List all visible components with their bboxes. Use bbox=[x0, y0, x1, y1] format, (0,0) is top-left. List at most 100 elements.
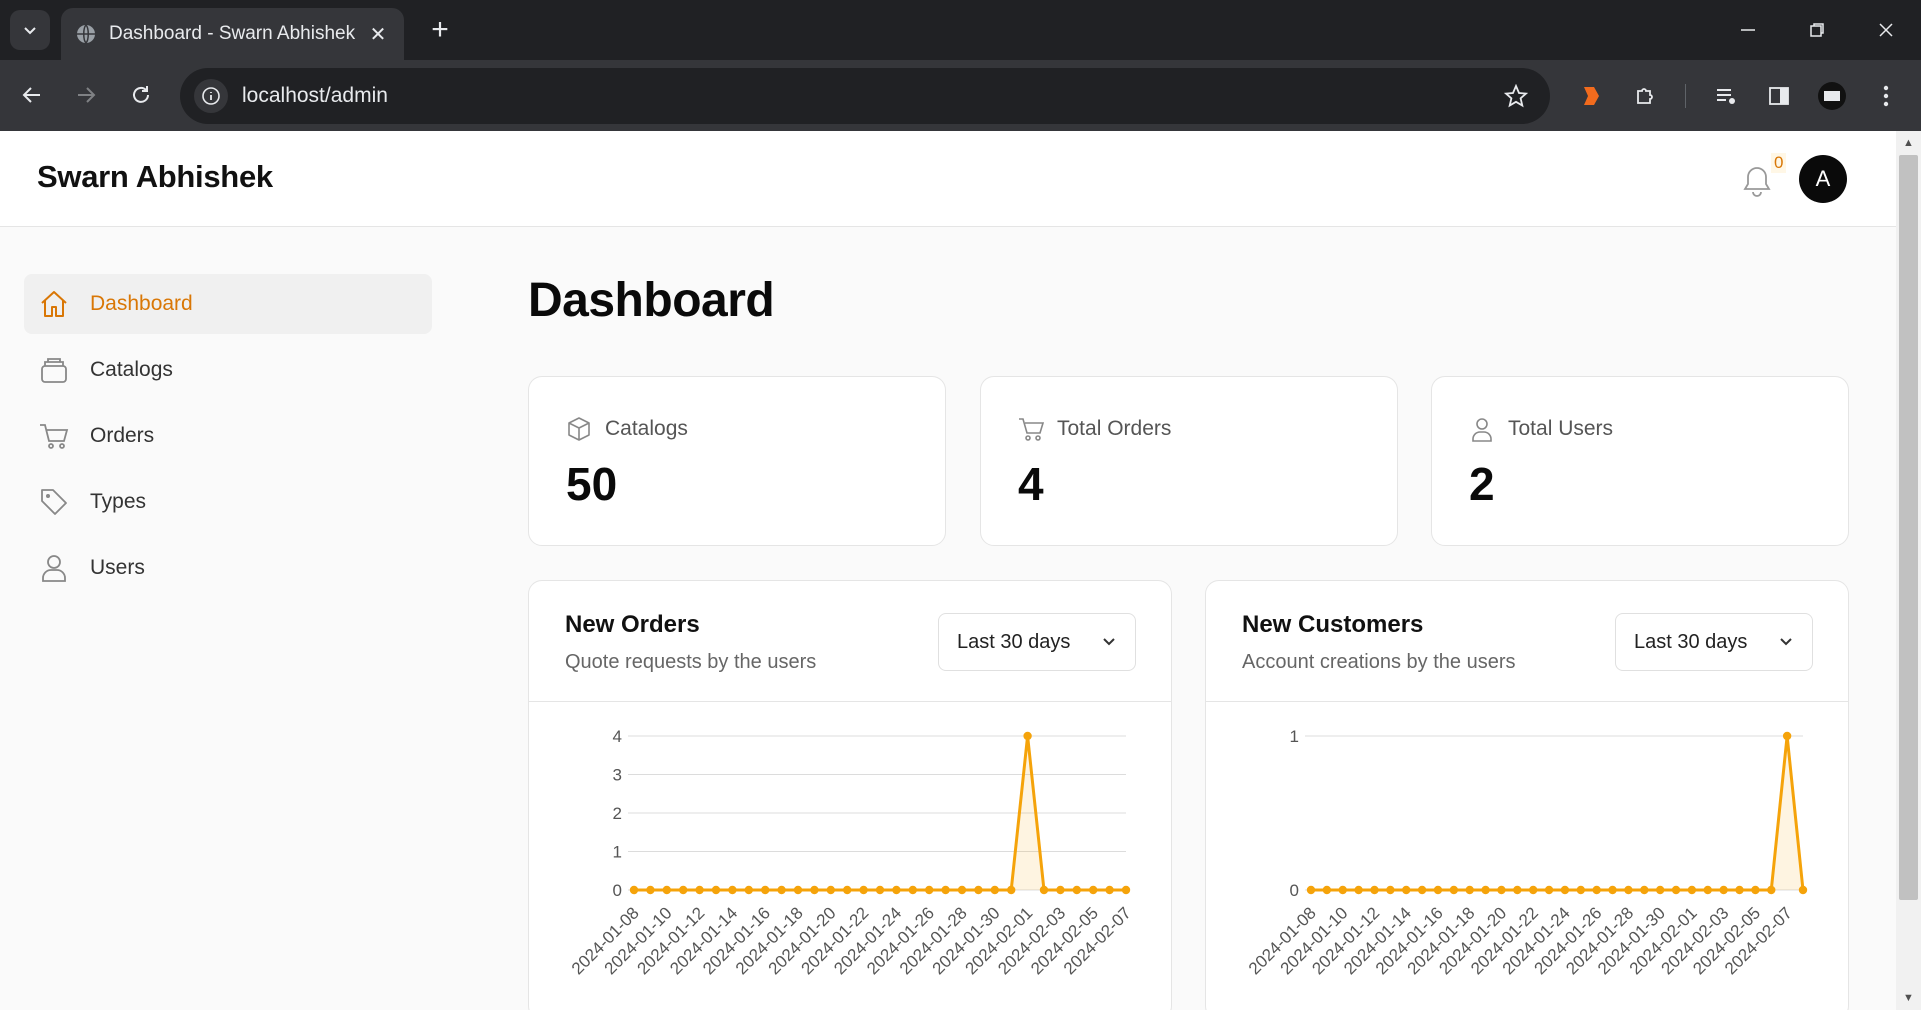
side-panel-icon[interactable] bbox=[1763, 80, 1795, 112]
sidebar-item-label: Users bbox=[90, 556, 145, 579]
data-point bbox=[728, 885, 737, 895]
sidebar-item-label: Types bbox=[90, 490, 147, 513]
menu-kebab-icon[interactable] bbox=[1870, 80, 1902, 112]
y-tick-label: 2 bbox=[613, 804, 622, 823]
scroll-up-arrow[interactable]: ▲ bbox=[1899, 133, 1918, 153]
stat-card-catalogs: Catalogs 50 bbox=[528, 376, 946, 546]
page-title: Dashboard bbox=[528, 274, 775, 327]
scroll-down-arrow[interactable]: ▼ bbox=[1899, 988, 1918, 1008]
range-select-value: Last 30 days bbox=[957, 630, 1071, 653]
data-point bbox=[744, 885, 753, 895]
data-point bbox=[1513, 885, 1522, 895]
close-window-button[interactable] bbox=[1866, 14, 1906, 46]
data-point bbox=[941, 885, 950, 895]
url-text: localhost/admin bbox=[242, 84, 388, 107]
data-point bbox=[1121, 885, 1131, 895]
data-point bbox=[761, 885, 770, 895]
sidebar-item-users[interactable]: Users bbox=[24, 538, 432, 598]
data-point bbox=[1449, 885, 1459, 895]
data-point bbox=[1751, 885, 1760, 895]
stat-label: Total Users bbox=[1508, 417, 1614, 440]
data-point bbox=[925, 885, 934, 895]
stat-card-total-orders: Total Orders 4 bbox=[980, 376, 1398, 546]
stat-card-total-users: Total Users 2 bbox=[1431, 376, 1849, 546]
data-point bbox=[1089, 885, 1098, 895]
data-point bbox=[1671, 885, 1681, 895]
avatar[interactable]: A bbox=[1799, 155, 1847, 203]
data-point bbox=[1544, 885, 1554, 895]
restore-icon bbox=[1810, 23, 1824, 37]
series-line bbox=[1311, 734, 1805, 892]
toolbar-divider bbox=[1685, 84, 1686, 108]
sidebar-item-types[interactable]: Types bbox=[24, 472, 432, 532]
stat-label: Total Orders bbox=[1057, 417, 1172, 440]
tab-search-button[interactable] bbox=[10, 10, 50, 50]
arrow-left-icon bbox=[22, 87, 40, 103]
data-point bbox=[1023, 731, 1032, 741]
profile-extension-icon[interactable] bbox=[1816, 80, 1848, 112]
data-point bbox=[875, 885, 885, 895]
data-point bbox=[793, 885, 803, 895]
data-point bbox=[695, 885, 704, 895]
data-point bbox=[843, 885, 852, 895]
close-icon bbox=[1879, 23, 1893, 37]
data-point bbox=[859, 885, 868, 895]
reload-button[interactable] bbox=[126, 80, 156, 110]
minimize-button[interactable] bbox=[1728, 14, 1768, 46]
chevron-down-icon bbox=[24, 27, 36, 35]
user-icon bbox=[1468, 415, 1496, 443]
bell-icon[interactable] bbox=[1740, 163, 1774, 199]
data-point bbox=[1338, 885, 1347, 895]
data-point bbox=[1433, 885, 1443, 895]
brave-extension-icon[interactable] bbox=[1575, 80, 1607, 112]
data-point bbox=[1767, 885, 1776, 895]
new-tab-button[interactable]: + bbox=[424, 14, 456, 46]
home-icon bbox=[38, 288, 70, 320]
minimize-icon bbox=[1741, 29, 1755, 31]
sidebar-item-catalogs[interactable]: Catalogs bbox=[24, 340, 432, 400]
site-info-icon[interactable] bbox=[194, 79, 228, 113]
chart-card-new-customers: New Customers Account creations by the u… bbox=[1205, 580, 1849, 1010]
bookmark-star-icon[interactable] bbox=[1500, 80, 1532, 112]
brand-title: Swarn Abhishek bbox=[37, 159, 273, 194]
chart-subtitle: Account creations by the users bbox=[1242, 651, 1516, 673]
arrow-right-icon bbox=[78, 87, 96, 103]
browser-toolbar: localhost/admin bbox=[0, 60, 1921, 131]
extensions-puzzle-icon[interactable] bbox=[1630, 80, 1662, 112]
chevron-down-icon bbox=[1103, 638, 1115, 646]
data-point bbox=[1417, 885, 1427, 895]
user-icon bbox=[38, 552, 70, 584]
forward-button[interactable] bbox=[71, 80, 101, 110]
data-point bbox=[679, 885, 688, 895]
data-point bbox=[1592, 885, 1601, 895]
data-point bbox=[1703, 885, 1712, 895]
data-point bbox=[646, 885, 655, 895]
stat-value: 4 bbox=[1018, 458, 1044, 510]
range-select[interactable]: Last 30 days bbox=[938, 613, 1136, 671]
browser-tab[interactable]: Dashboard - Swarn Abhishek ✕ bbox=[61, 8, 404, 60]
data-point bbox=[1039, 885, 1049, 895]
media-queue-icon[interactable] bbox=[1710, 80, 1742, 112]
sidebar-item-orders[interactable]: Orders bbox=[24, 406, 432, 466]
chart-customers-svg: 012024-01-082024-01-102024-01-122024-01-… bbox=[1245, 727, 1808, 978]
cart-icon bbox=[1017, 415, 1045, 443]
data-point bbox=[1560, 885, 1570, 895]
data-point bbox=[1370, 885, 1379, 895]
scrollbar-thumb[interactable] bbox=[1899, 155, 1918, 900]
cart-icon bbox=[38, 420, 70, 452]
address-bar[interactable]: localhost/admin bbox=[180, 68, 1550, 124]
close-tab-icon[interactable]: ✕ bbox=[366, 22, 390, 47]
restore-button[interactable] bbox=[1797, 14, 1837, 46]
tag-icon bbox=[38, 486, 70, 518]
range-select[interactable]: Last 30 days bbox=[1615, 613, 1813, 671]
stat-label: Catalogs bbox=[605, 417, 688, 440]
data-point bbox=[1687, 885, 1697, 895]
y-tick-label: 4 bbox=[613, 727, 622, 746]
data-point bbox=[1782, 731, 1792, 741]
sidebar-item-dashboard[interactable]: Dashboard bbox=[24, 274, 432, 334]
notification-count: 0 bbox=[1771, 153, 1787, 173]
data-point bbox=[1576, 885, 1586, 895]
data-point bbox=[711, 885, 721, 895]
back-button[interactable] bbox=[17, 80, 47, 110]
app-header: Swarn Abhishek 0 A bbox=[0, 131, 1896, 227]
